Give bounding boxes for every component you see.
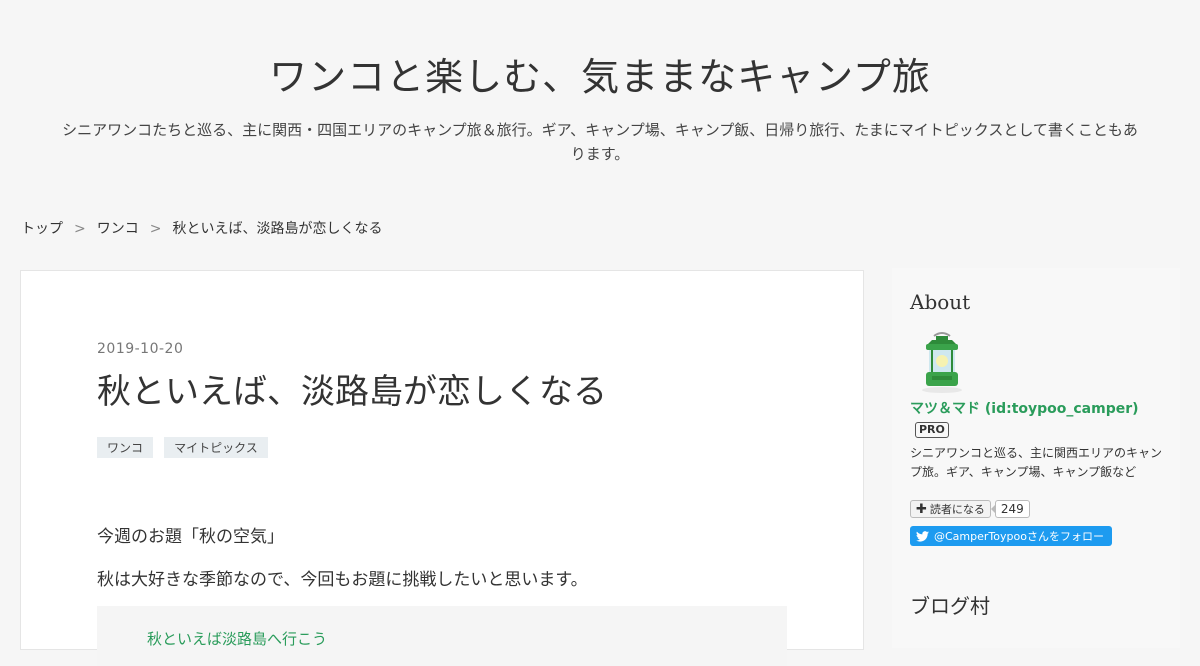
breadcrumb-separator: > [74, 221, 86, 237]
entry-date[interactable]: 2019-10-20 [97, 341, 787, 357]
blog-header: ワンコと楽しむ、気ままなキャンプ旅 シニアワンコたちと巡る、主に関西・四国エリア… [0, 0, 1200, 166]
sidebar: About マツ＆マド (id:toypoo_camper) PRO シニアワン… [892, 268, 1180, 648]
breadcrumb-category[interactable]: ワンコ [97, 221, 139, 237]
subscribe-button[interactable]: ✚ 読者になる [910, 500, 991, 518]
plus-icon: ✚ [916, 501, 927, 517]
subscribe-label: 読者になる [929, 503, 985, 516]
breadcrumb-current: 秋といえば、淡路島が恋しくなる [172, 221, 383, 237]
profile-name-link[interactable]: マツ＆マド (id:toypoo_camper) [910, 398, 1139, 418]
entry-categories: ワンコ マイトピックス [97, 437, 787, 458]
subscribe-row: ✚ 読者になる 249 [910, 500, 1170, 518]
breadcrumb: トップ > ワンコ > 秋といえば、淡路島が恋しくなる [21, 218, 382, 238]
twitter-bird-icon [916, 530, 929, 542]
blog-description: シニアワンコたちと巡る、主に関西・四国エリアのキャンプ旅＆旅行。ギア、キャンプ場… [62, 121, 1138, 163]
subscriber-count[interactable]: 249 [990, 500, 1030, 518]
twitter-follow-label: @CamperToypooさんをフォロー [934, 530, 1104, 543]
category-tag-wanko[interactable]: ワンコ [97, 437, 154, 458]
about-heading: About [910, 290, 971, 314]
avatar[interactable] [910, 330, 974, 394]
breadcrumb-separator: > [149, 221, 162, 237]
category-tag-mytopics[interactable]: マイトピックス [164, 437, 268, 458]
profile-description: シニアワンコと巡る、主に関西エリアのキャンプ旅。ギア、キャンプ場、キャンプ飯など [910, 446, 1163, 479]
lantern-icon [922, 332, 962, 393]
twitter-follow-button[interactable]: @CamperToypooさんをフォロー [910, 526, 1112, 546]
entry-article: 2019-10-20 秋といえば、淡路島が恋しくなる ワンコ マイトピックス 今… [20, 270, 864, 666]
breadcrumb-top[interactable]: トップ [21, 221, 63, 237]
entry-paragraph: 秋は大好きな季節なので、今回もお題に挑戦したいと思います。 [97, 570, 588, 590]
entry-paragraph: 今週のお題「秋の空気」 [97, 527, 284, 547]
entry-quote-block: 秋といえば淡路島へ行こう [97, 606, 787, 666]
blog-village-heading: ブログ村 [910, 594, 990, 618]
entry-title[interactable]: 秋といえば、淡路島が恋しくなる [97, 371, 787, 413]
pro-badge: PRO [915, 422, 949, 438]
blog-title[interactable]: ワンコと楽しむ、気ままなキャンプ旅 [269, 52, 931, 102]
entry-quote-text[interactable]: 秋といえば淡路島へ行こう [147, 630, 327, 648]
